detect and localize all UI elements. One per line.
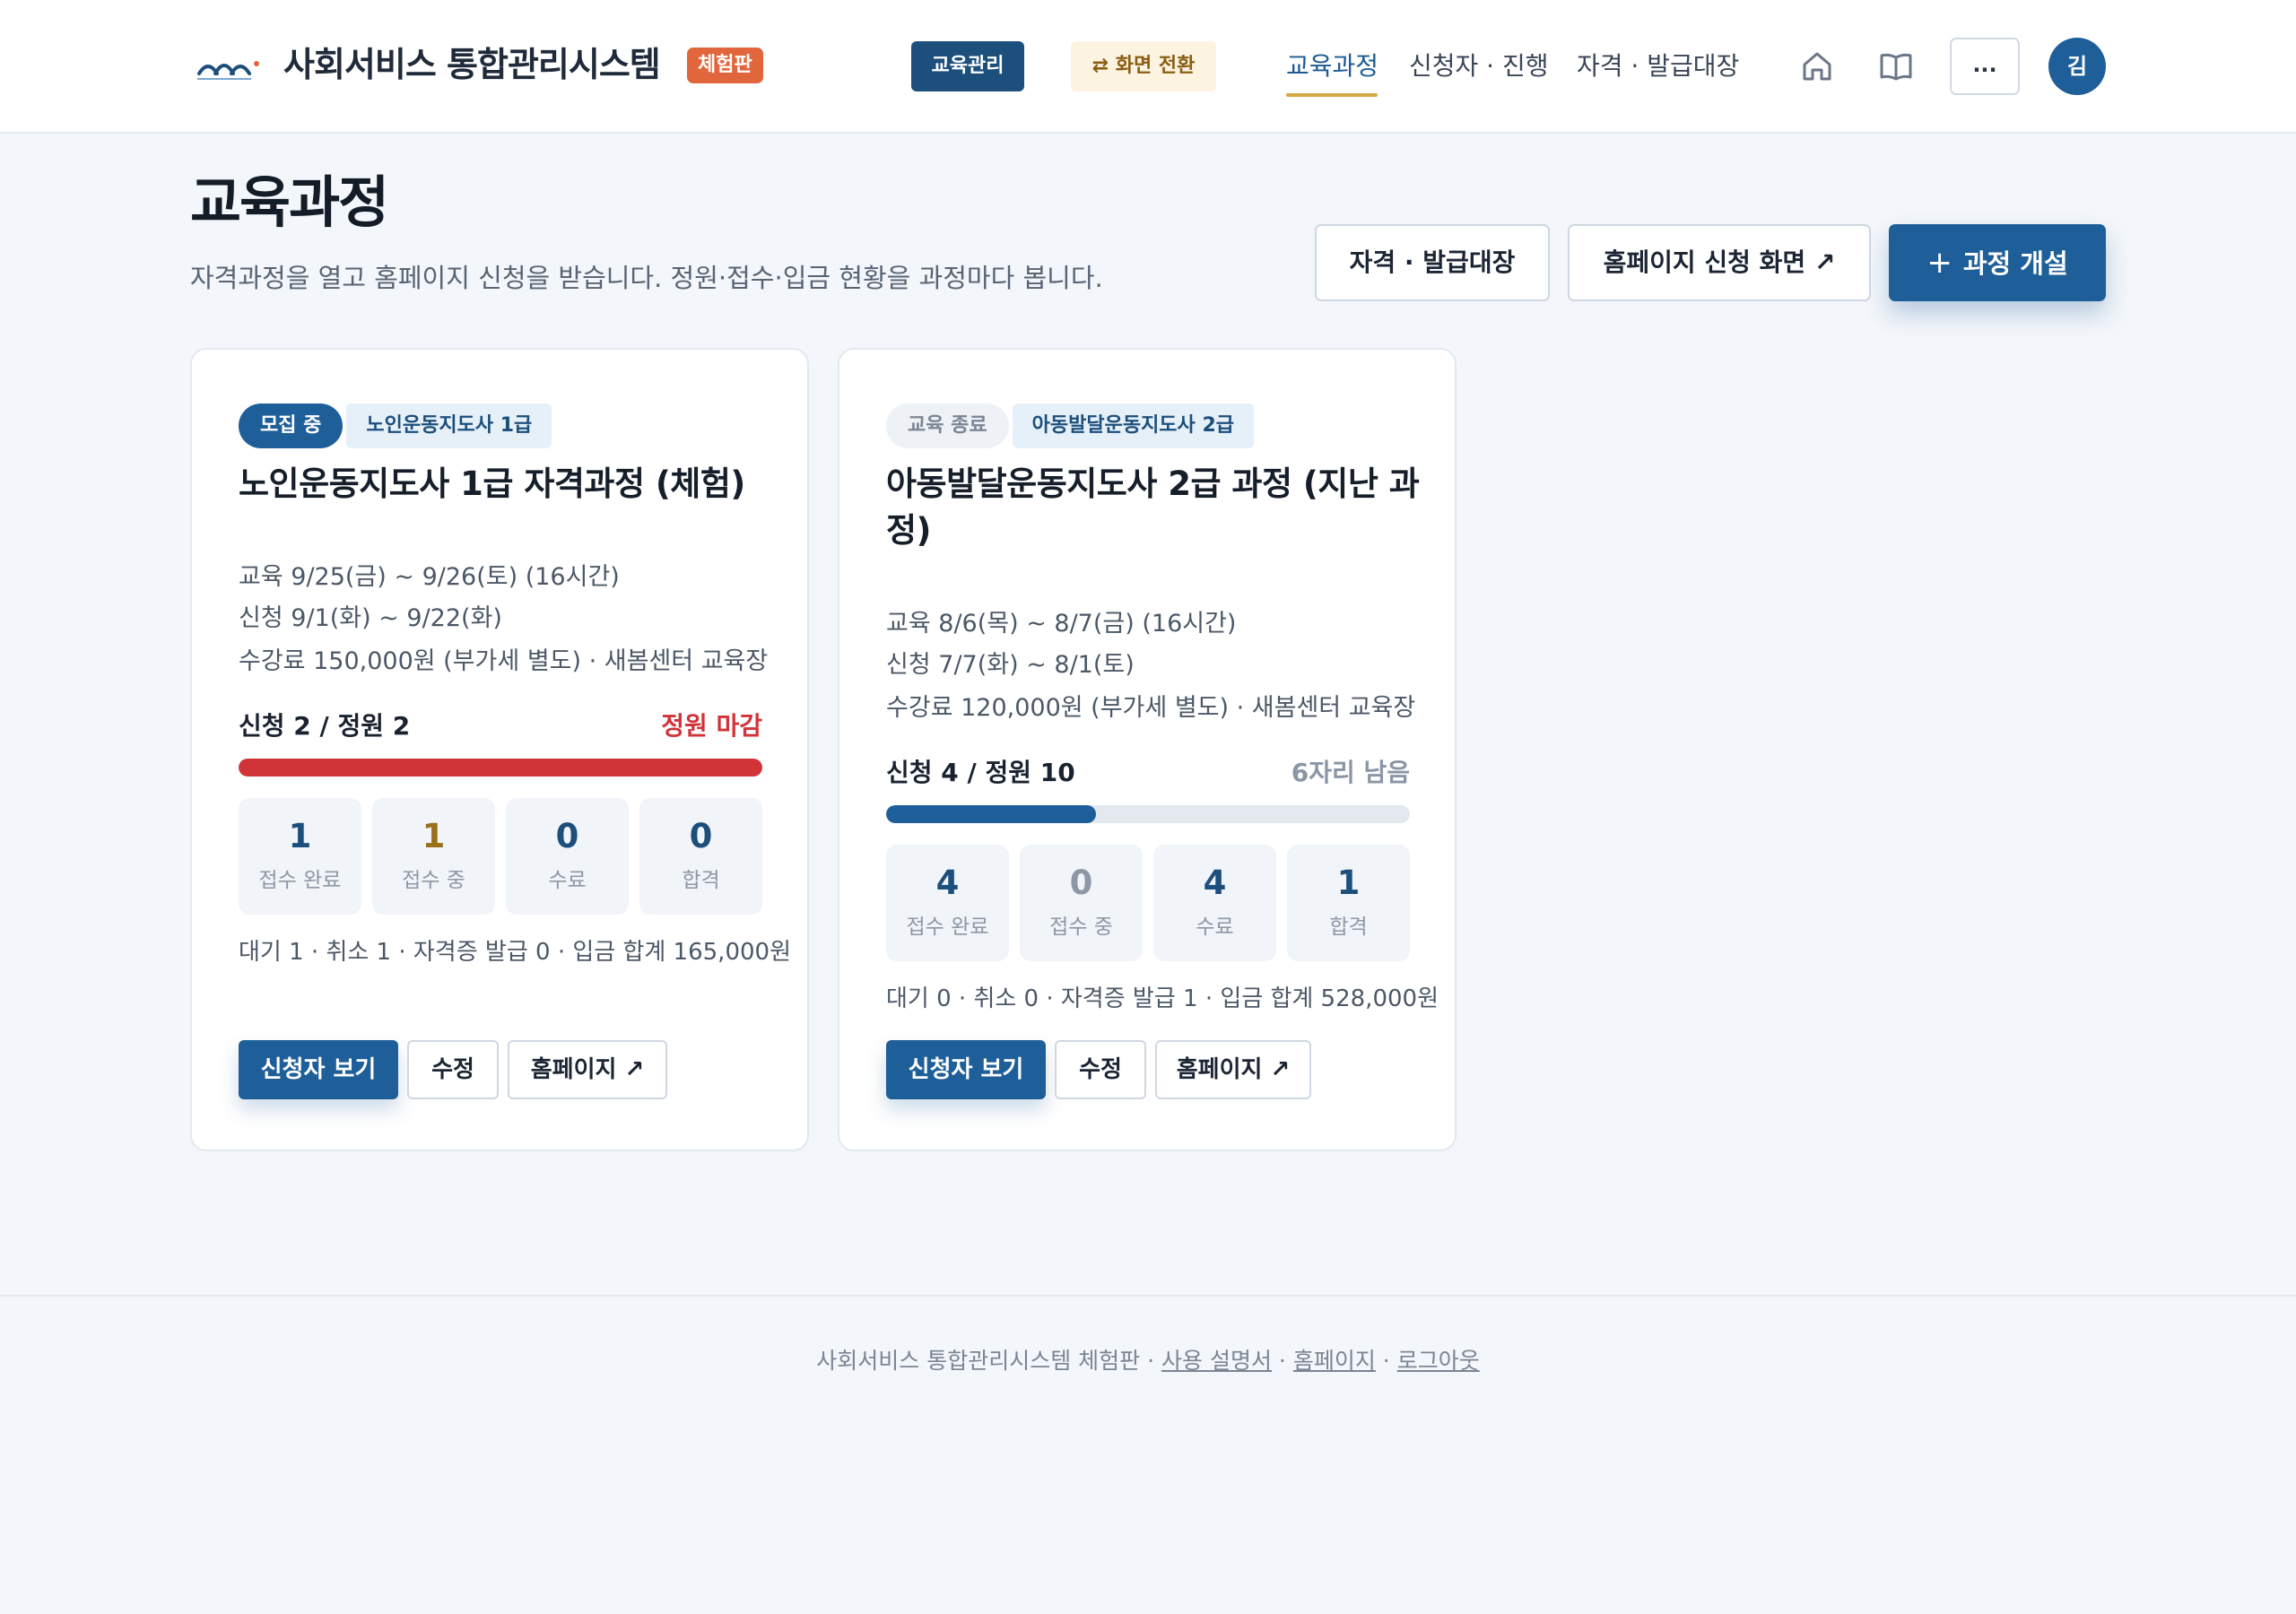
footer-separator: · [1375, 1348, 1397, 1374]
footer: 사회서비스 통합관리시스템 체험판 · 사용 설명서 · 홈페이지 · 로그아웃 [0, 1343, 2296, 1379]
course-tags: 모집 중 노인운동지도사 1급 [239, 404, 555, 450]
logo-icon [197, 61, 259, 80]
stat-number: 1 [1336, 863, 1361, 902]
stat-label: 합격 [1329, 915, 1368, 939]
footer-divider [0, 1295, 2296, 1297]
edit-course-button[interactable]: 수정 [1055, 1040, 1146, 1099]
footer-text: 사회서비스 통합관리시스템 체험판 · [816, 1348, 1162, 1374]
stat-number: 4 [935, 863, 960, 902]
footer-separator: · [1271, 1348, 1293, 1374]
status-badge: 모집 중 [239, 404, 344, 448]
stat-number: 1 [288, 817, 312, 855]
course-card: 모집 중 노인운동지도사 1급 노인운동지도사 1급 자격과정 (체험) 교육 9… [190, 348, 809, 1151]
nav-applicants-progress[interactable]: 신청자 · 진행 [1409, 41, 1549, 91]
certificate-ledger-button[interactable]: 자격 · 발급대장 [1315, 224, 1550, 301]
homepage-apply-screen-button[interactable]: 홈페이지 신청 화면 ↗ [1568, 224, 1871, 301]
capacity-progress-bar [886, 805, 1410, 823]
stat-number: 0 [555, 817, 579, 855]
view-applicants-button[interactable]: 신청자 보기 [886, 1040, 1046, 1099]
stat-number: 1 [422, 817, 446, 855]
capacity-progress-fill [239, 759, 762, 777]
stat-completed: 0 수료 [506, 798, 629, 915]
stat-number: 0 [689, 817, 713, 855]
education-period: 교육 8/6(목) ~ 8/7(금) (16시간) [886, 610, 1237, 638]
card-actions: 신청자 보기 수정 홈페이지 ↗ [886, 1040, 1320, 1099]
stat-received: 1 접수 완료 [239, 798, 361, 915]
stat-passed: 1 합격 [1287, 845, 1410, 961]
course-homepage-button[interactable]: 홈페이지 ↗ [508, 1040, 667, 1099]
footer-manual-link[interactable]: 사용 설명서 [1161, 1348, 1272, 1374]
education-period: 교육 9/25(금) ~ 9/26(토) (16시간) [239, 563, 620, 591]
page-title: 교육과정 [190, 169, 389, 235]
status-badge: 교육 종료 [886, 404, 1009, 448]
view-applicants-button[interactable]: 신청자 보기 [239, 1040, 398, 1099]
application-period: 신청 7/7(화) ~ 8/1(토) [886, 651, 1135, 679]
capacity-progress-bar [239, 759, 762, 777]
footer-homepage-link[interactable]: 홈페이지 [1293, 1348, 1376, 1374]
fee-and-location: 수강료 120,000원 (부가세 별도) · 새봄센터 교육장 [886, 694, 1416, 722]
stat-number: 4 [1203, 863, 1227, 902]
stat-label: 접수 중 [1049, 915, 1113, 939]
stat-label: 접수 완료 [906, 915, 989, 939]
capacity-progress-fill [886, 805, 1096, 823]
course-card: 교육 종료 아동발달운동지도사 2급 아동발달운동지도사 2급 과정 (지난 과정… [838, 348, 1457, 1151]
more-menu-button[interactable]: ... [1950, 38, 2020, 95]
fee-and-location: 수강료 150,000원 (부가세 별도) · 새봄센터 교육장 [239, 647, 769, 675]
switch-view-button[interactable]: ⇄ 화면 전환 [1071, 41, 1216, 91]
app-title[interactable]: 사회서비스 통합관리시스템 [283, 39, 661, 90]
nav-courses[interactable]: 교육과정 [1286, 41, 1378, 91]
stat-label: 접수 중 [402, 869, 465, 892]
course-title: 아동발달운동지도사 2급 과정 (지난 과정) [886, 464, 1420, 550]
stat-label: 수료 [1196, 915, 1234, 939]
course-homepage-button[interactable]: 홈페이지 ↗ [1155, 1040, 1311, 1099]
create-course-label: 과정 개설 [1962, 248, 2068, 279]
user-avatar[interactable]: 김 [2048, 38, 2106, 95]
course-summary: 대기 1 · 취소 1 · 자격증 발급 0 · 입금 합계 165,000원 [239, 939, 791, 966]
create-course-button[interactable]: + 과정 개설 [1889, 224, 2106, 301]
trial-badge: 체험판 [687, 48, 763, 83]
home-icon[interactable] [1796, 45, 1839, 88]
nav-active-indicator [1286, 93, 1378, 97]
plus-icon: + [1926, 245, 1952, 281]
course-summary: 대기 0 · 취소 0 · 자격증 발급 1 · 입금 합계 528,000원 [886, 985, 1439, 1012]
capacity-count: 신청 2 / 정원 2 [239, 711, 411, 741]
certificate-tag: 아동발달운동지도사 2급 [1012, 404, 1254, 448]
application-period: 신청 9/1(화) ~ 9/22(화) [239, 604, 502, 632]
status-stats: 4 접수 완료 0 접수 중 4 수료 1 합격 [886, 845, 1410, 961]
stat-label: 합격 [682, 869, 720, 892]
stat-passed: 0 합격 [639, 798, 762, 915]
stat-in-progress: 1 접수 중 [372, 798, 495, 915]
certificate-tag: 노인운동지도사 1급 [346, 404, 552, 448]
stat-number: 0 [1069, 863, 1093, 902]
course-title: 노인운동지도사 1급 자격과정 (체험) [239, 464, 745, 503]
stat-in-progress: 0 접수 중 [1020, 845, 1143, 961]
capacity-status: 6자리 남음 [1291, 758, 1410, 787]
nav-certificate-ledger[interactable]: 자격 · 발급대장 [1577, 41, 1739, 91]
capacity-status: 정원 마감 [661, 711, 762, 741]
top-navigation-bar: 사회서비스 통합관리시스템 체험판 교육관리 ⇄ 화면 전환 교육과정 신청자 … [0, 0, 2296, 134]
education-admin-button[interactable]: 교육관리 [911, 41, 1024, 91]
edit-course-button[interactable]: 수정 [407, 1040, 499, 1099]
course-tags: 교육 종료 아동발달운동지도사 2급 [886, 404, 1257, 450]
footer-logout-link[interactable]: 로그아웃 [1397, 1348, 1480, 1374]
stat-completed: 4 수료 [1153, 845, 1276, 961]
stat-label: 수료 [548, 869, 587, 892]
page-description: 자격과정을 열고 홈페이지 신청을 받습니다. 정원·접수·입금 현황을 과정마… [190, 263, 1103, 293]
capacity-count: 신청 4 / 정원 10 [886, 758, 1075, 787]
card-actions: 신청자 보기 수정 홈페이지 ↗ [239, 1040, 676, 1099]
manual-book-icon[interactable] [1874, 45, 1918, 88]
stat-received: 4 접수 완료 [886, 845, 1009, 961]
stat-label: 접수 완료 [258, 869, 342, 892]
status-stats: 1 접수 완료 1 접수 중 0 수료 0 합격 [239, 798, 762, 915]
